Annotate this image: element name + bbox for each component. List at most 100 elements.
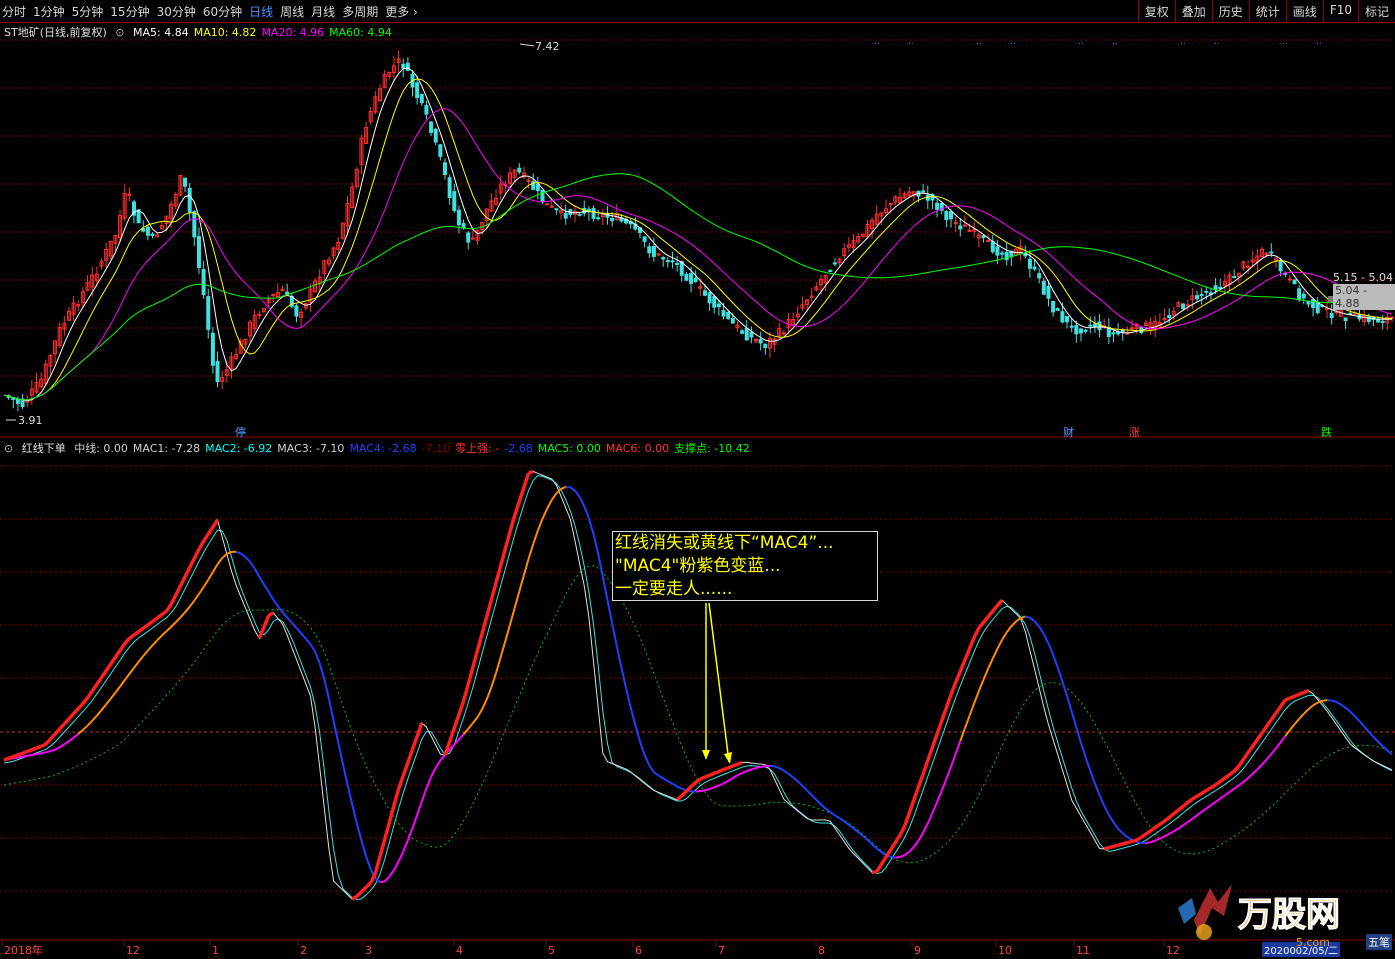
tool-button[interactable]: 画线 xyxy=(1285,0,1323,22)
mac4-segment xyxy=(1093,783,1101,796)
period-tab[interactable]: 更多 › xyxy=(385,3,418,20)
mac4-segment xyxy=(560,486,567,490)
event-marker-stop[interactable]: 停 xyxy=(235,424,246,440)
mac4-segment xyxy=(73,733,79,739)
mac4-segment xyxy=(1317,699,1323,704)
price-tag-2: 5.04 - 4.88 xyxy=(1333,284,1395,310)
period-tab[interactable]: 15分钟 xyxy=(110,3,149,20)
mac4-segment xyxy=(671,782,678,788)
event-marker-finance[interactable]: 财 xyxy=(1063,424,1074,440)
red-signal-segment xyxy=(26,748,33,754)
period-tab[interactable]: 5分钟 xyxy=(72,3,104,20)
period-tabs: 分时 1分钟 5分钟 15分钟 30分钟 60分钟 日线 周线 月线 多周期 更多 › xyxy=(2,3,425,20)
candle-body xyxy=(1125,331,1130,335)
candle-body xyxy=(1325,307,1330,310)
mac4-segment xyxy=(277,605,284,613)
candle-body xyxy=(972,228,977,232)
red-signal-segment xyxy=(935,720,944,735)
mac4-segment xyxy=(550,492,558,501)
candle-body xyxy=(958,225,963,230)
period-tab[interactable]: 分时 xyxy=(2,3,26,20)
mac4-segment xyxy=(161,630,168,637)
candle-body xyxy=(559,209,564,214)
mac4-segment xyxy=(1191,814,1198,820)
mac4-segment xyxy=(393,861,400,871)
event-marker-fall[interactable]: 跌 xyxy=(1321,424,1332,440)
candle-body xyxy=(299,311,304,318)
red-signal-segment xyxy=(123,637,131,645)
tool-button[interactable]: 叠加 xyxy=(1174,0,1212,22)
indicator-value: MAC1: -7.28 xyxy=(132,442,201,455)
red-signal-segment xyxy=(160,609,168,617)
candle-body xyxy=(805,299,810,306)
candle-body xyxy=(382,74,387,89)
mac4-segment xyxy=(235,550,242,555)
mac4-segment xyxy=(1117,827,1124,835)
mac4-segment xyxy=(1015,617,1022,623)
indicator-settings-icon[interactable]: ⊙ xyxy=(4,442,13,455)
red-signal-segment xyxy=(871,869,878,875)
tool-button[interactable]: 历史 xyxy=(1211,0,1249,22)
mac4-segment xyxy=(267,591,275,601)
mac4-segment xyxy=(13,756,19,760)
mac4-segment xyxy=(587,518,595,535)
mac4-segment xyxy=(1112,821,1119,830)
mac4-segment xyxy=(801,785,808,792)
candle-body xyxy=(396,58,401,63)
mac4-segment xyxy=(1215,797,1221,803)
candle-body xyxy=(1218,286,1223,289)
tool-button[interactable]: F10 xyxy=(1322,0,1358,22)
mac4-segment xyxy=(987,658,994,670)
red-signal-segment xyxy=(53,727,61,736)
candle-body xyxy=(893,196,898,203)
event-marker-rise[interactable]: 涨 xyxy=(1129,424,1140,440)
candle-body xyxy=(1134,323,1139,330)
red-signal-segment xyxy=(100,669,108,679)
period-tab[interactable]: 日线 xyxy=(249,3,273,20)
candle-body xyxy=(809,295,814,298)
candle-body xyxy=(735,324,740,329)
candle-body xyxy=(1362,314,1367,323)
period-tab[interactable]: 多周期 xyxy=(342,3,378,20)
period-tab[interactable]: 60分钟 xyxy=(203,3,242,20)
mac4-segment xyxy=(811,794,818,801)
candle-body xyxy=(122,192,127,219)
settings-icon[interactable]: ⊙ xyxy=(115,26,124,39)
red-signal-segment xyxy=(447,727,456,743)
mac4-segment xyxy=(601,576,609,601)
candle-body xyxy=(1060,311,1065,323)
mac4-segment xyxy=(123,673,131,681)
period-tab[interactable]: 月线 xyxy=(311,3,335,20)
mac4-segment xyxy=(1103,805,1110,816)
red-signal-segment xyxy=(1108,844,1114,850)
red-signal-segment xyxy=(898,825,907,837)
red-signal-segment xyxy=(1232,764,1241,773)
tool-button[interactable]: 标记 xyxy=(1357,0,1395,22)
mac4-segment xyxy=(1131,838,1138,843)
mac4-segment xyxy=(1238,781,1245,787)
candle-body xyxy=(563,212,568,219)
candle-body xyxy=(962,224,967,227)
candle-body xyxy=(150,233,155,236)
mac4-segment xyxy=(1354,715,1361,722)
candle-body xyxy=(76,303,81,307)
candle-body xyxy=(814,286,819,291)
mac4-segment xyxy=(1084,756,1092,772)
candle-body xyxy=(693,277,698,282)
tool-button[interactable]: 复权 xyxy=(1137,0,1175,22)
red-signal-segment xyxy=(991,604,999,613)
candle-body xyxy=(554,208,559,211)
candle-body xyxy=(66,310,71,321)
tool-button[interactable]: 统计 xyxy=(1248,0,1286,22)
mac4-segment xyxy=(532,530,539,545)
mac4-segment xyxy=(885,854,892,858)
red-signal-segment xyxy=(21,749,28,755)
mac4-segment xyxy=(825,807,831,813)
period-tab[interactable]: 30分钟 xyxy=(157,3,196,20)
period-tab[interactable]: 周线 xyxy=(280,3,304,20)
mac4-segment xyxy=(1033,620,1040,628)
candle-body xyxy=(303,303,308,309)
period-tab[interactable]: 1分钟 xyxy=(33,3,65,20)
mac4-segment xyxy=(226,550,232,555)
candle-body xyxy=(280,288,285,292)
